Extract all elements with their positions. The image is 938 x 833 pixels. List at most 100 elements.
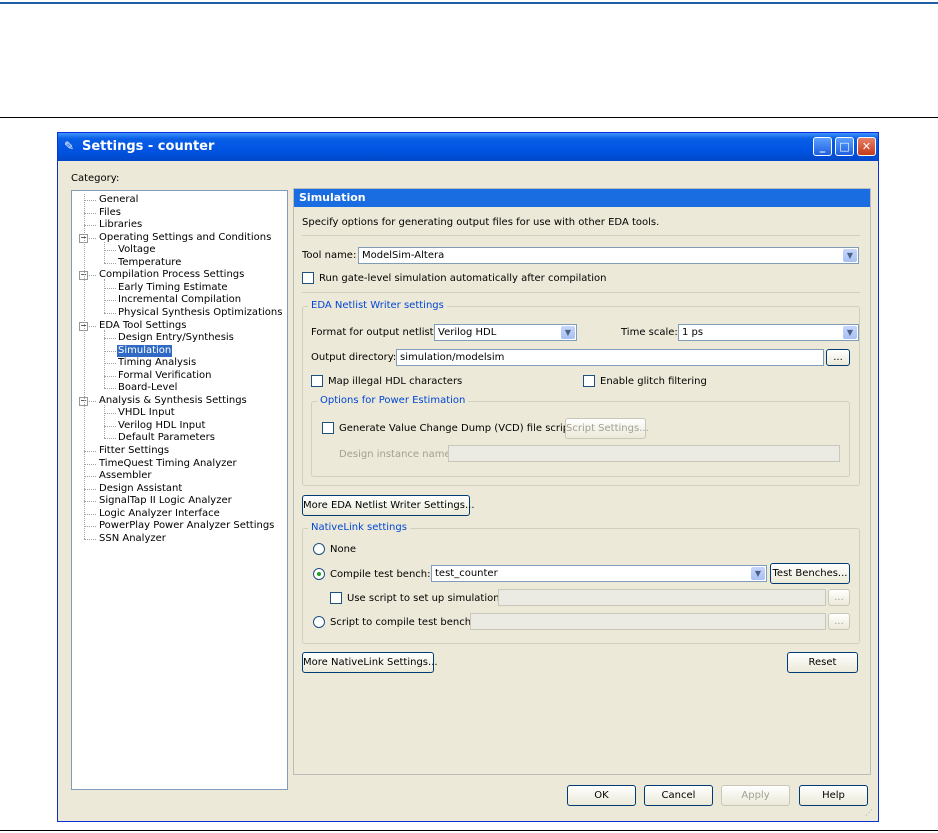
format-label: Format for output netlist: xyxy=(311,327,437,338)
use-script-input[interactable] xyxy=(498,589,826,606)
ok-button[interactable]: OK xyxy=(567,785,636,806)
run-gate-level-checkbox[interactable] xyxy=(302,272,314,284)
tree-item[interactable]: Design Assistant xyxy=(98,483,183,495)
compile-test-bench-label: Compile test bench: xyxy=(330,569,431,580)
tree-connector xyxy=(104,329,105,389)
output-directory-label: Output directory: xyxy=(311,352,397,363)
tree-connector xyxy=(84,463,96,465)
run-gate-level-label: Run gate-level simulation automatically … xyxy=(319,273,607,284)
tree-item[interactable]: EDA Tool Settings xyxy=(98,320,187,332)
panel-header: Simulation xyxy=(294,189,870,207)
title-bar[interactable]: ✎ Settings - counter _ □ ✕ xyxy=(58,133,878,161)
help-button[interactable]: Help xyxy=(799,785,868,806)
close-button[interactable]: ✕ xyxy=(857,137,876,156)
enable-glitch-checkbox[interactable] xyxy=(583,375,595,387)
tree-item[interactable]: Temperature xyxy=(117,257,182,269)
tree-item[interactable]: Board-Level xyxy=(117,382,178,394)
tree-item[interactable]: Verilog HDL Input xyxy=(117,420,206,432)
vcd-checkbox[interactable] xyxy=(322,422,334,434)
map-illegal-checkbox[interactable] xyxy=(311,375,323,387)
tool-name-select[interactable]: ModelSim-Altera ▼ xyxy=(358,247,859,264)
vcd-label: Generate Value Change Dump (VCD) file sc… xyxy=(339,423,574,434)
tree-item[interactable]: Formal Verification xyxy=(117,370,212,382)
resize-grip-icon[interactable]: ⋰ xyxy=(865,808,875,818)
tree-item[interactable]: Design Entry/Synthesis xyxy=(117,332,235,344)
time-scale-value: 1 ps xyxy=(682,327,704,338)
tree-item[interactable]: Incremental Compilation xyxy=(117,294,242,306)
tree-connector xyxy=(104,279,105,313)
document-top-rule xyxy=(0,2,938,4)
output-directory-input[interactable]: simulation/modelsim xyxy=(396,349,824,366)
tree-item[interactable]: Analysis & Synthesis Settings xyxy=(98,395,248,407)
window-title: Settings - counter xyxy=(82,139,215,154)
tree-connector xyxy=(104,375,116,377)
tree-connector xyxy=(104,404,105,439)
format-select[interactable]: Verilog HDL ▼ xyxy=(434,324,577,341)
browse-script-compile-button[interactable]: ... xyxy=(828,613,850,630)
enable-glitch-label: Enable glitch filtering xyxy=(600,376,707,387)
minimize-button[interactable]: _ xyxy=(813,137,832,156)
tree-item[interactable]: Simulation xyxy=(117,344,173,357)
apply-button[interactable]: Apply xyxy=(721,785,790,806)
script-compile-input[interactable] xyxy=(470,613,826,630)
tree-item[interactable]: Files xyxy=(98,207,122,219)
tree-connector xyxy=(84,538,96,540)
use-script-checkbox[interactable] xyxy=(330,592,342,604)
tree-item[interactable]: VHDL Input xyxy=(117,407,176,419)
compile-test-bench-value: test_counter xyxy=(435,568,498,579)
tree-connector xyxy=(104,338,116,340)
tree-item[interactable]: Fitter Settings xyxy=(98,445,170,457)
tree-item[interactable]: General xyxy=(98,194,139,206)
tree-connector xyxy=(84,476,96,478)
document-rule xyxy=(0,117,938,118)
tree-item[interactable]: Logic Analyzer Interface xyxy=(98,508,221,520)
tool-name-value: ModelSim-Altera xyxy=(362,250,445,261)
none-radio[interactable] xyxy=(313,543,325,555)
tree-item[interactable]: SignalTap II Logic Analyzer xyxy=(98,495,233,507)
use-script-label: Use script to set up simulation: xyxy=(347,593,503,604)
tree-connector xyxy=(104,312,116,314)
script-compile-radio[interactable] xyxy=(313,616,325,628)
tree-connector xyxy=(104,438,116,440)
tree-item[interactable]: Assembler xyxy=(98,470,153,482)
tree-connector xyxy=(84,200,96,201)
tree-item[interactable]: Default Parameters xyxy=(117,432,216,444)
tree-connector xyxy=(84,451,96,452)
script-settings-button[interactable]: Script Settings... xyxy=(565,418,649,439)
tree-item[interactable]: TimeQuest Timing Analyzer xyxy=(98,458,238,470)
more-nativelink-settings-button[interactable]: More NativeLink Settings... xyxy=(302,652,438,673)
design-instance-input[interactable] xyxy=(448,445,840,462)
tree-item[interactable]: Voltage xyxy=(117,244,157,256)
tree-item[interactable]: SSN Analyzer xyxy=(98,533,167,545)
separator xyxy=(302,292,860,293)
tree-item[interactable]: Operating Settings and Conditions xyxy=(98,232,272,244)
eda-netlist-group-title: EDA Netlist Writer settings xyxy=(308,300,447,311)
tree-item[interactable]: Libraries xyxy=(98,219,143,231)
compile-test-bench-select[interactable]: test_counter ▼ xyxy=(431,565,767,582)
cancel-button[interactable]: Cancel xyxy=(644,785,713,806)
tree-connector xyxy=(104,300,116,302)
tree-item[interactable]: Timing Analysis xyxy=(117,357,197,369)
time-scale-select[interactable]: 1 ps ▼ xyxy=(678,324,859,341)
more-eda-settings-button[interactable]: More EDA Netlist Writer Settings... xyxy=(302,495,475,516)
tree-item[interactable]: Early Timing Estimate xyxy=(117,282,229,294)
simulation-panel: Simulation Specify options for generatin… xyxy=(293,188,871,775)
category-label: Category: xyxy=(71,173,120,184)
format-value: Verilog HDL xyxy=(438,327,497,338)
browse-output-button[interactable]: ... xyxy=(826,349,850,366)
none-label: None xyxy=(330,544,357,555)
maximize-button[interactable]: □ xyxy=(835,137,854,156)
reset-button[interactable]: Reset xyxy=(787,652,858,673)
compile-test-bench-radio[interactable] xyxy=(313,568,325,580)
browse-use-script-button[interactable]: ... xyxy=(828,589,850,606)
design-instance-label: Design instance name: xyxy=(339,449,454,460)
tree-connector xyxy=(104,262,116,264)
test-benches-button[interactable]: Test Benches... xyxy=(770,563,850,584)
time-scale-label: Time scale: xyxy=(621,327,678,338)
tree-item[interactable]: PowerPlay Power Analyzer Settings xyxy=(98,520,275,532)
tree-item[interactable]: Compilation Process Settings xyxy=(98,269,245,281)
tree-item[interactable]: Physical Synthesis Optimizations xyxy=(117,307,283,319)
category-tree[interactable]: General Files Libraries Operating Settings … xyxy=(71,190,288,790)
tree-connector xyxy=(84,225,96,227)
tree-connector xyxy=(84,194,85,539)
